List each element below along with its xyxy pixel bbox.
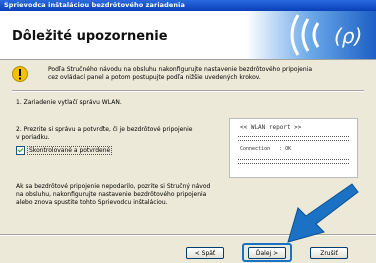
step-2: 2. Prezrite si správu a potvrďte, či je … — [16, 126, 192, 142]
warning-icon — [12, 66, 28, 82]
page-title: Dôležité upozornenie — [12, 29, 168, 44]
installer-window: Sprievodca inštaláciou bezdrôtového zari… — [0, 0, 376, 263]
back-button[interactable]: < Späť — [186, 247, 224, 259]
report-connection-value: : OK — [279, 146, 292, 152]
report-dots — [238, 140, 349, 141]
report-dots — [238, 136, 349, 137]
step-1: 1. Zariadenie vytlačí správu WLAN. — [16, 99, 122, 106]
checkbox-label[interactable]: Skontrolované a potvrdené — [27, 146, 113, 155]
confirm-checkbox[interactable]: Skontrolované a potvrdené — [16, 146, 113, 155]
notice-line-1: Podľa Stručného návodu na obsluhu nakonf… — [48, 66, 312, 73]
notice-text: Podľa Stručného návodu na obsluhu nakonf… — [48, 66, 368, 82]
step-2-line-1: 2. Prezrite si správu a potvrďte, či je … — [16, 126, 193, 133]
divider — [12, 90, 364, 92]
pointer-arrow-icon — [287, 183, 359, 243]
failure-paragraph: Ak sa bezdrôtové pripojenie nepodarilo, … — [16, 183, 236, 207]
report-dots — [238, 163, 349, 164]
step-2-line-2: v poriadku. — [16, 134, 50, 141]
checkbox-box[interactable] — [16, 146, 25, 155]
wizard-header: Dôležité upozornenie (ρ) — [0, 11, 376, 60]
title-bar: Sprievodca inštaláciou bezdrôtového zari… — [0, 0, 376, 11]
window-title: Sprievodca inštaláciou bezdrôtového zari… — [4, 1, 185, 9]
notice-box: Podľa Stručného návodu na obsluhu nakonf… — [12, 64, 364, 86]
paragraph-line-1: Ak sa bezdrôtové pripojenie nepodarilo, … — [16, 183, 211, 190]
paragraph-line-2: na obsluhu, nakonfigurujte nastavenie be… — [16, 191, 207, 198]
svg-text:(ρ): (ρ) — [334, 24, 362, 48]
report-connection-row: Connection : OK — [240, 146, 291, 152]
report-title: << WLAN report >> — [240, 124, 302, 131]
report-dots — [238, 159, 349, 160]
wlan-report-preview: << WLAN report >> Connection : OK — [229, 118, 358, 178]
notice-line-2: cez ovládací panel a potom postupujte po… — [48, 74, 261, 81]
wireless-logo-icon: (ρ) — [246, 11, 376, 59]
paragraph-line-3: alebo znova spustite tohto Sprievodcu in… — [16, 199, 168, 206]
report-connection-label: Connection — [240, 146, 271, 152]
